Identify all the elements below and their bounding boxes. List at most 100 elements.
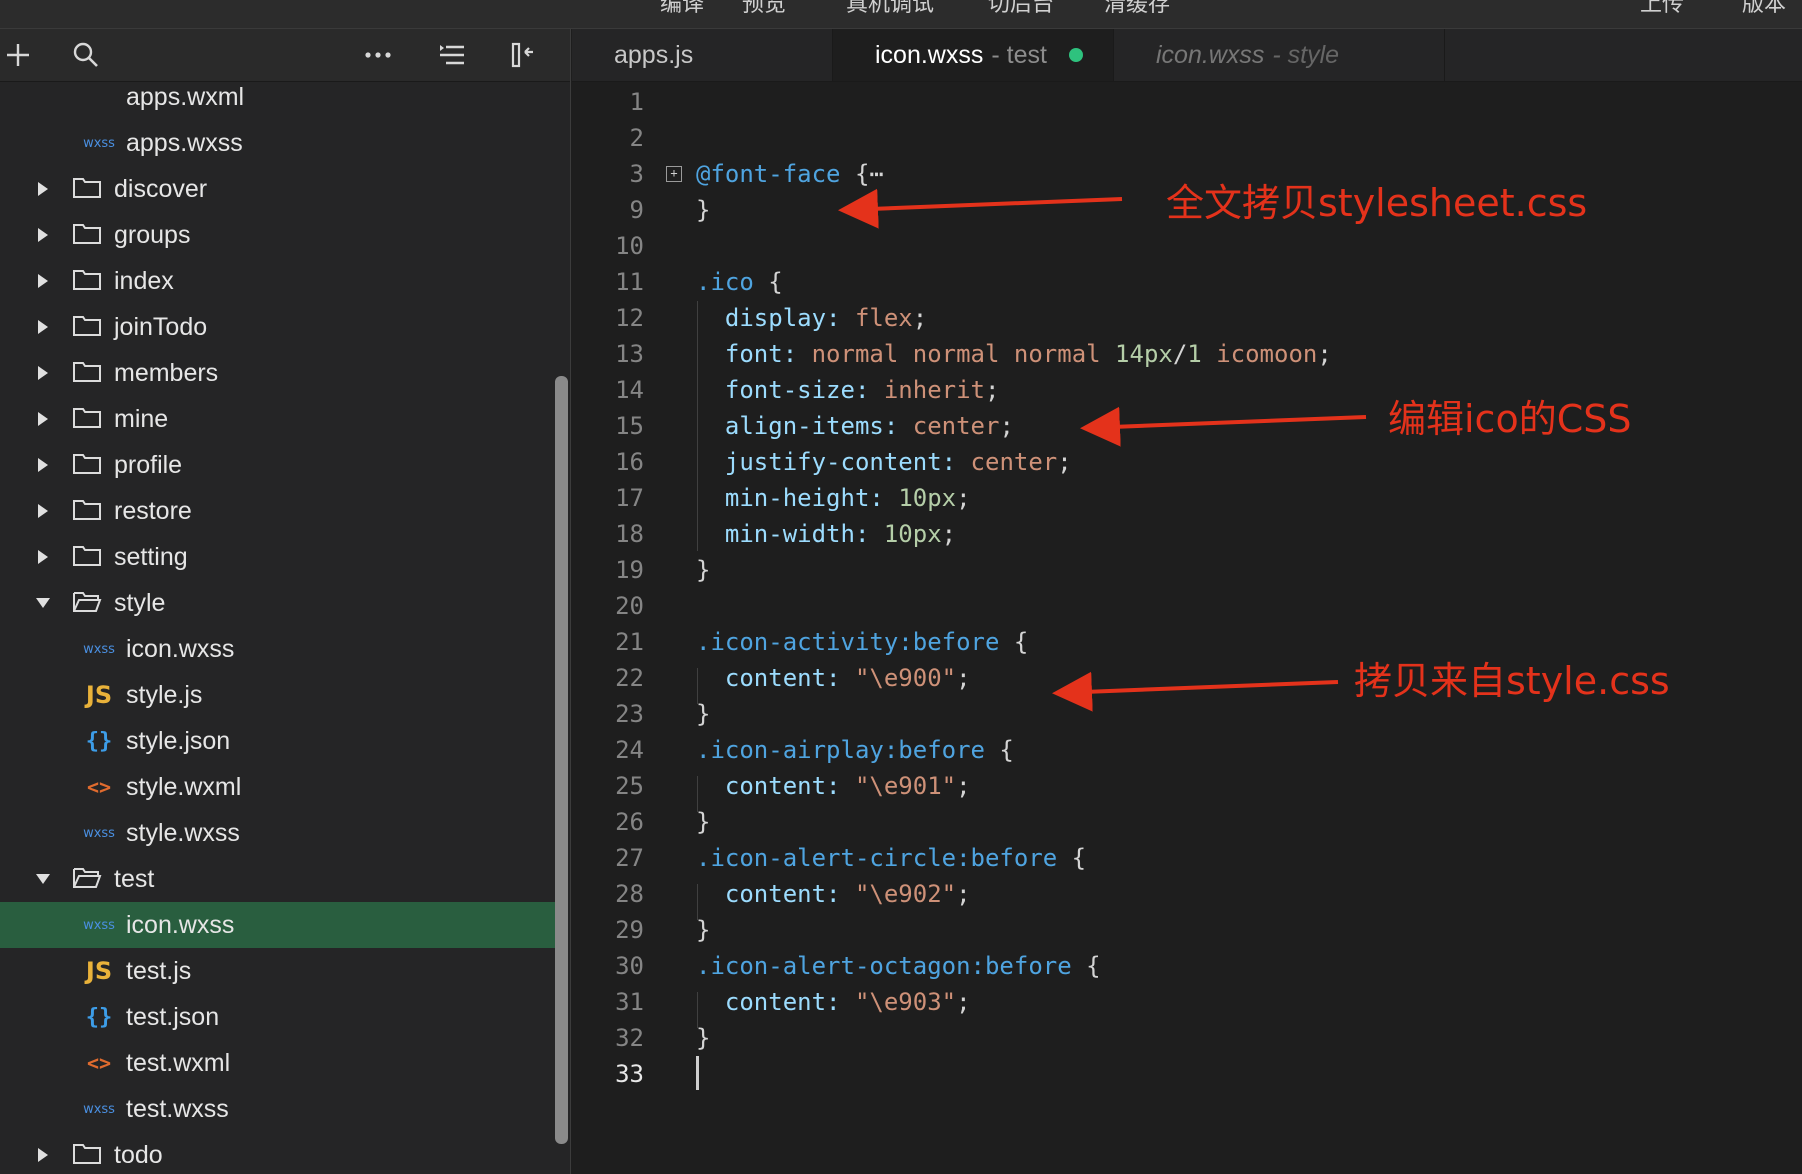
wxml-file-icon: <> — [86, 775, 112, 799]
tree-folder[interactable]: groups — [0, 212, 556, 258]
tree-file[interactable]: wxss icon.wxss — [0, 902, 556, 948]
folder-icon — [72, 544, 102, 570]
tree-folder[interactable]: restore — [0, 488, 556, 534]
tree-file[interactable]: {} test.json — [0, 994, 556, 1040]
code-line[interactable]: 29} — [572, 912, 1802, 948]
code-line[interactable]: 26} — [572, 804, 1802, 840]
tree-folder[interactable]: members — [0, 350, 556, 396]
more-icon[interactable] — [360, 37, 396, 73]
tree-folder[interactable]: profile — [0, 442, 556, 488]
tree-file[interactable]: wxss style.wxss — [0, 810, 556, 856]
code-line[interactable]: 1 — [572, 84, 1802, 120]
tree-file[interactable]: JS style.js — [0, 672, 556, 718]
chevron-right-icon[interactable] — [34, 410, 52, 428]
code-line[interactable]: 19} — [572, 552, 1802, 588]
tree-file[interactable]: {} style.json — [0, 718, 556, 764]
file-name: style.wxml — [126, 772, 242, 801]
chevron-right-icon[interactable] — [34, 318, 52, 336]
chevron-right-icon[interactable] — [34, 226, 52, 244]
code-line[interactable]: 10 — [572, 228, 1802, 264]
code-line[interactable]: 18 min-width: 10px; — [572, 516, 1802, 552]
code-text: } — [696, 192, 710, 228]
menu-device-debug[interactable]: 真机调试 — [846, 0, 934, 18]
code-line[interactable]: 20 — [572, 588, 1802, 624]
tree-folder[interactable]: discover — [0, 166, 556, 212]
chevron-right-icon[interactable] — [34, 456, 52, 474]
menu-clear-cache[interactable]: 清缓存 — [1104, 0, 1170, 18]
code-line[interactable]: 30 .icon-alert-octagon:before { — [572, 948, 1802, 984]
chevron-right-icon[interactable] — [34, 272, 52, 290]
tree-file[interactable]: <> style.wxml — [0, 764, 556, 810]
sidebar-scrollbar[interactable] — [555, 376, 568, 1144]
code-line[interactable]: 16 justify-content: center; — [572, 444, 1802, 480]
code-line[interactable]: 24 .icon-airplay:before { — [572, 732, 1802, 768]
chevron-down-icon[interactable] — [34, 870, 52, 888]
tree-folder[interactable]: mine — [0, 396, 556, 442]
chevron-right-icon[interactable] — [34, 364, 52, 382]
tree-file[interactable]: apps.wxml — [0, 82, 556, 120]
tab-icon-wxss-style[interactable]: icon.wxss - style — [1114, 29, 1445, 81]
code-line[interactable]: 2 — [572, 120, 1802, 156]
fold-expand-icon[interactable]: + — [666, 166, 682, 182]
code-line[interactable]: 25 content: "\e901"; — [572, 768, 1802, 804]
code-line[interactable]: 32} — [572, 1020, 1802, 1056]
code-line[interactable]: 11 .ico { — [572, 264, 1802, 300]
code-line[interactable]: 33 — [572, 1056, 1802, 1092]
code-token: { — [1057, 844, 1087, 872]
menu-background[interactable]: 切后台 — [988, 0, 1054, 18]
line-number: 12 — [615, 304, 644, 332]
tab-apps-js[interactable]: apps.js — [572, 29, 833, 81]
code-token: ; — [999, 412, 1014, 440]
menu-upload[interactable]: 上传 — [1640, 0, 1684, 18]
tree-folder[interactable]: todo — [0, 1132, 556, 1174]
code-line[interactable]: 31 content: "\e903"; — [572, 984, 1802, 1020]
outline-icon[interactable] — [434, 37, 470, 73]
chevron-right-icon[interactable] — [34, 1146, 52, 1164]
code-line[interactable]: 28 content: "\e902"; — [572, 876, 1802, 912]
tree-file[interactable]: wxss apps.wxss — [0, 120, 556, 166]
code-token: content: — [724, 988, 841, 1016]
annotation-edit-ico: 编辑ico的CSS — [1388, 397, 1632, 441]
code-text: } — [696, 696, 710, 732]
code-line[interactable]: 27 .icon-alert-circle:before { — [572, 840, 1802, 876]
code-text: } — [696, 912, 710, 948]
chevron-right-icon[interactable] — [34, 548, 52, 566]
wxss-file-icon: wxss — [83, 825, 115, 841]
menu-preview[interactable]: 预览 — [742, 0, 786, 18]
code-token: { — [840, 160, 870, 188]
menu-version[interactable]: 版本 — [1742, 0, 1786, 18]
modified-dot-icon — [1068, 48, 1083, 62]
tree-file[interactable]: wxss icon.wxss — [0, 626, 556, 672]
tree-file[interactable]: wxss test.wxss — [0, 1086, 556, 1132]
folder-name: todo — [114, 1140, 163, 1169]
folder-icon — [72, 222, 102, 248]
tree-folder[interactable]: setting — [0, 534, 556, 580]
code-line[interactable]: 13 font: normal normal normal 14px/1 ico… — [572, 336, 1802, 372]
tree-folder[interactable]: index — [0, 258, 556, 304]
code-line[interactable]: 12 display: flex; — [572, 300, 1802, 336]
search-icon[interactable] — [68, 37, 104, 73]
code-line[interactable]: 17 min-height: 10px; — [572, 480, 1802, 516]
menu-compile[interactable]: 编译 — [660, 0, 704, 18]
collapse-icon[interactable] — [508, 37, 544, 73]
code-editor[interactable]: 1 2 3 + @font-face {⋯ 9} 10 11 .ico {12 display:… — [572, 82, 1802, 1174]
tree-folder[interactable]: style — [0, 580, 556, 626]
tree-file[interactable]: <> test.wxml — [0, 1040, 556, 1086]
tree-folder[interactable]: joinTodo — [0, 304, 556, 350]
chevron-right-icon[interactable] — [34, 502, 52, 520]
code-token: .icon-alert-circle:before — [696, 844, 1058, 872]
file-name: test.wxss — [126, 1094, 229, 1123]
chevron-down-icon[interactable] — [34, 594, 52, 612]
chevron-right-icon[interactable] — [34, 180, 52, 198]
tree-file[interactable]: JS test.js — [0, 948, 556, 994]
tree-folder[interactable]: test — [0, 856, 556, 902]
tab-icon-wxss-test[interactable]: icon.wxss - test — [833, 29, 1114, 81]
line-number: 22 — [615, 664, 644, 692]
plus-icon[interactable] — [0, 37, 36, 73]
